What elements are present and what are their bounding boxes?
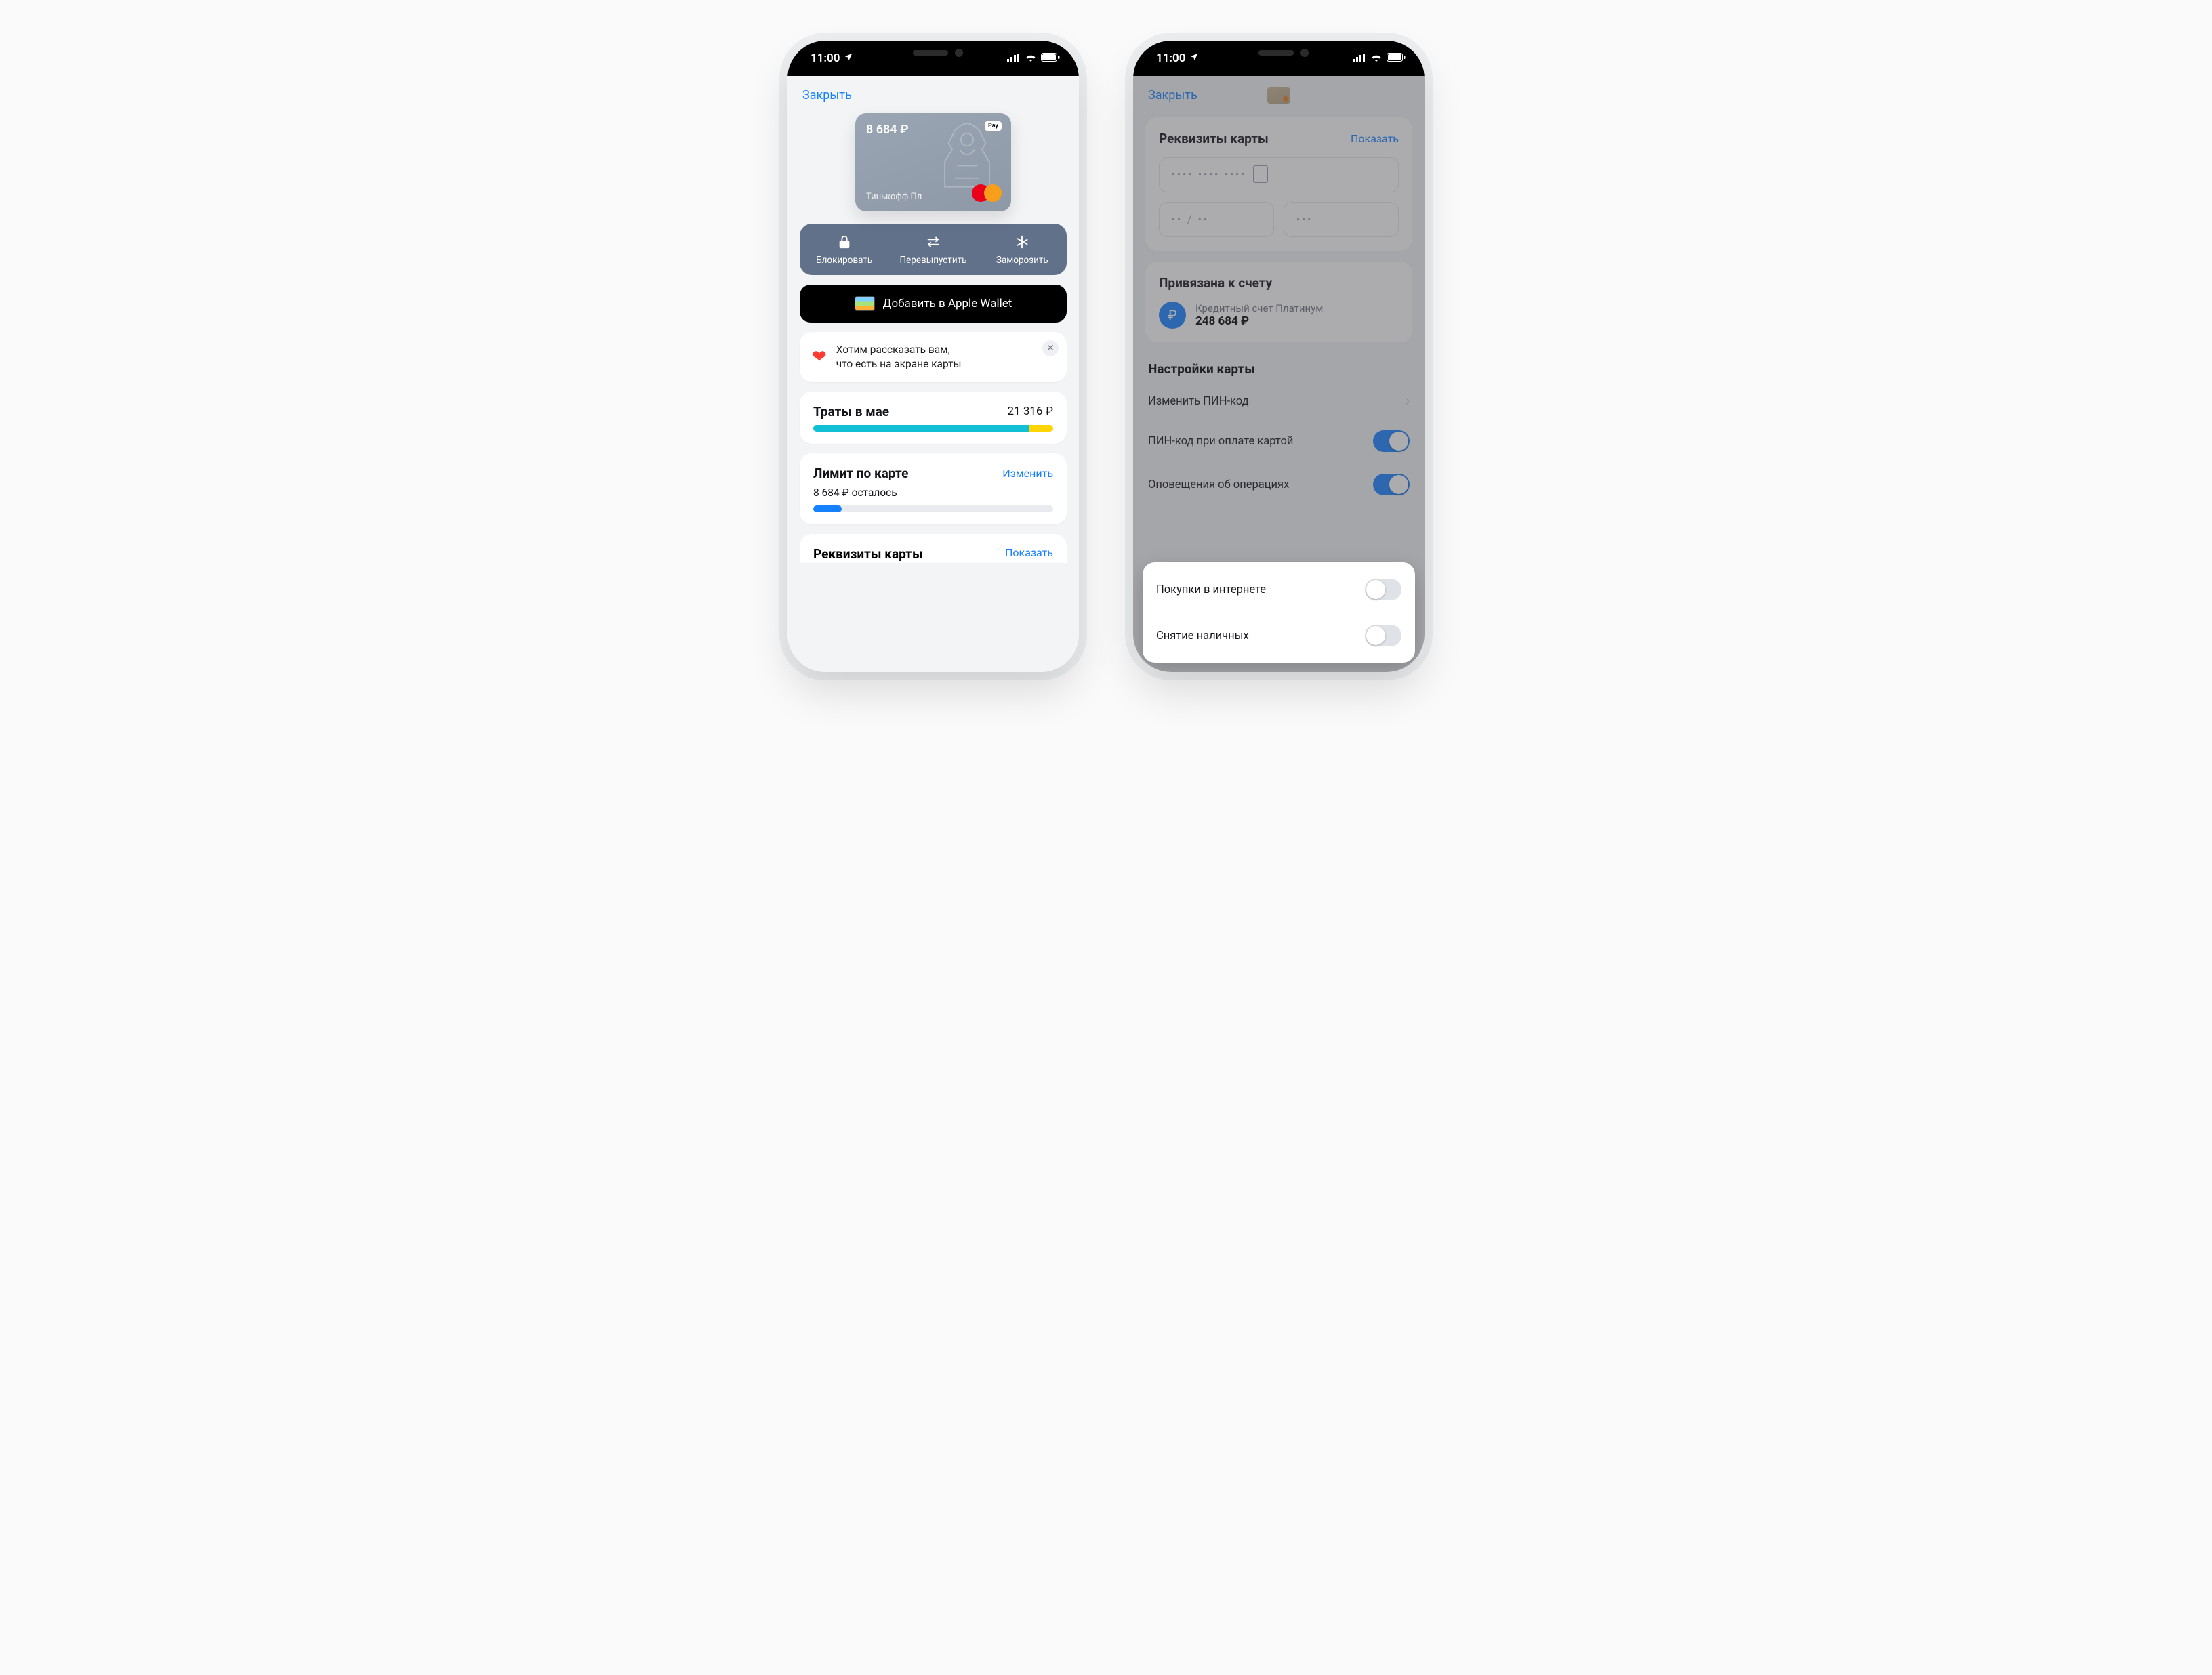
spending-title: Траты в мае — [813, 404, 889, 419]
nav-bar: Закрыть — [787, 76, 1079, 106]
requisites-title: Реквизиты карты — [1159, 131, 1269, 146]
card-cvc-field[interactable]: ••• — [1284, 202, 1399, 237]
pin-on-pay-toggle[interactable] — [1373, 430, 1410, 452]
bank-card[interactable]: 8 684 ₽ Pay Тинькофф Пл — [855, 113, 1011, 211]
account-name: Кредитный счет Платинум — [1195, 302, 1323, 314]
phone-left: 11:00 Закрыть — [787, 41, 1079, 672]
requisites-show-link[interactable]: Показать — [1351, 132, 1399, 145]
card-actions-panel: Блокировать Перевыпустить Заморозить — [800, 224, 1067, 275]
notch — [1211, 41, 1347, 64]
apple-pay-badge: Pay — [985, 121, 1002, 131]
location-icon — [1189, 51, 1199, 65]
limit-change-link[interactable]: Изменить — [1002, 467, 1053, 480]
pin-on-pay-row: ПИН-код при оплате картой — [1148, 419, 1410, 463]
linked-title: Привязана к счету — [1159, 275, 1399, 291]
account-balance: 248 684 ₽ — [1195, 314, 1323, 328]
reissue-icon — [926, 234, 941, 249]
requisites-show-link[interactable]: Показать — [1005, 546, 1053, 562]
copy-icon[interactable] — [1256, 169, 1257, 181]
requisites-card: Реквизиты карты Показать •••• •••• •••• … — [1145, 117, 1412, 251]
card-product-name: Тинькофф Пл — [866, 192, 922, 202]
battery-icon — [1387, 51, 1406, 65]
limit-bar — [813, 505, 1053, 512]
location-icon — [844, 51, 853, 65]
card-settings-section: Настройки карты Изменить ПИН-код › ПИН-к… — [1133, 353, 1425, 506]
close-button[interactable]: Закрыть — [1148, 88, 1197, 102]
status-time: 11:00 — [1156, 51, 1185, 65]
phone-right: 11:00 Закрыть Реквизиты — [1133, 41, 1425, 672]
online-purchases-row: Покупки в интернете — [1156, 566, 1401, 613]
add-to-wallet-button[interactable]: Добавить в Apple Wallet — [800, 285, 1067, 323]
wifi-icon — [1370, 51, 1382, 65]
cellular-icon — [1007, 51, 1021, 65]
notch — [865, 41, 1001, 64]
close-icon: ✕ — [1046, 343, 1054, 354]
spending-bar — [813, 425, 1053, 432]
bottom-sheet: Покупки в интернете Снятие наличных — [1143, 562, 1415, 663]
cash-withdrawal-label: Снятие наличных — [1156, 629, 1249, 642]
reissue-label: Перевыпустить — [899, 255, 966, 266]
tip-close-button[interactable]: ✕ — [1042, 340, 1059, 356]
ruble-icon: ₽ — [1159, 302, 1186, 329]
requisites-title: Реквизиты карты — [813, 546, 923, 562]
chevron-right-icon: › — [1406, 394, 1410, 409]
block-label: Блокировать — [816, 255, 872, 266]
cash-withdrawal-toggle[interactable] — [1365, 625, 1401, 646]
masked-pan: •••• •••• •••• — [1172, 169, 1246, 181]
cellular-icon — [1353, 51, 1366, 65]
tip-banner[interactable]: ❤ Хотим рассказать вам, что есть на экра… — [800, 332, 1067, 382]
card-number-field[interactable]: •••• •••• •••• — [1159, 157, 1399, 192]
limit-card[interactable]: Лимит по карте Изменить 8 684 ₽ осталось — [800, 453, 1067, 524]
spending-card[interactable]: Траты в мае 21 316 ₽ — [800, 392, 1067, 444]
block-card-button[interactable]: Блокировать — [800, 224, 888, 275]
wifi-icon — [1025, 51, 1037, 65]
linked-account-row[interactable]: ₽ Кредитный счет Платинум 248 684 ₽ — [1159, 302, 1399, 329]
lock-icon — [837, 234, 852, 249]
linked-account-card: Привязана к счету ₽ Кредитный счет Плати… — [1145, 262, 1412, 342]
battery-icon — [1041, 51, 1060, 65]
reissue-card-button[interactable]: Перевыпустить — [888, 224, 977, 275]
status-time: 11:00 — [811, 51, 840, 65]
online-purchases-toggle[interactable] — [1365, 579, 1401, 600]
settings-title: Настройки карты — [1148, 361, 1410, 377]
tip-text: Хотим рассказать вам, что есть на экране… — [836, 343, 962, 371]
close-button[interactable]: Закрыть — [802, 88, 852, 102]
limit-remaining: 8 684 ₽ осталось — [813, 487, 1053, 499]
screen-card-details: Закрыть 8 684 ₽ Pay Тинькофф Пл Блокиров… — [787, 76, 1079, 672]
spending-amount: 21 316 ₽ — [1008, 405, 1054, 418]
online-purchases-label: Покупки в интернете — [1156, 583, 1266, 596]
nav-bar: Закрыть — [1133, 76, 1425, 106]
snowflake-icon — [1015, 234, 1029, 249]
change-pin-row[interactable]: Изменить ПИН-код › — [1148, 384, 1410, 419]
cash-withdrawal-row: Снятие наличных — [1156, 613, 1401, 659]
heart-icon: ❤ — [812, 347, 827, 367]
limit-title: Лимит по карте — [813, 466, 908, 481]
mastercard-icon — [972, 184, 1002, 203]
freeze-label: Заморозить — [996, 255, 1048, 266]
change-pin-label: Изменить ПИН-код — [1148, 395, 1249, 408]
notifications-toggle[interactable] — [1373, 474, 1410, 495]
notifications-label: Оповещения об операциях — [1148, 478, 1289, 491]
screen-card-settings: Закрыть Реквизиты карты Показать •••• ••… — [1133, 76, 1425, 672]
freeze-card-button[interactable]: Заморозить — [978, 224, 1067, 275]
wallet-label: Добавить в Apple Wallet — [883, 297, 1012, 310]
pin-on-pay-label: ПИН-код при оплате картой — [1148, 435, 1293, 448]
notifications-row: Оповещения об операциях — [1148, 463, 1410, 506]
card-expiry-field[interactable]: •• / •• — [1159, 202, 1274, 237]
requisites-card-peek[interactable]: Реквизиты карты Показать — [800, 534, 1067, 563]
apple-wallet-icon — [855, 296, 875, 311]
mini-card-icon — [1267, 87, 1290, 104]
